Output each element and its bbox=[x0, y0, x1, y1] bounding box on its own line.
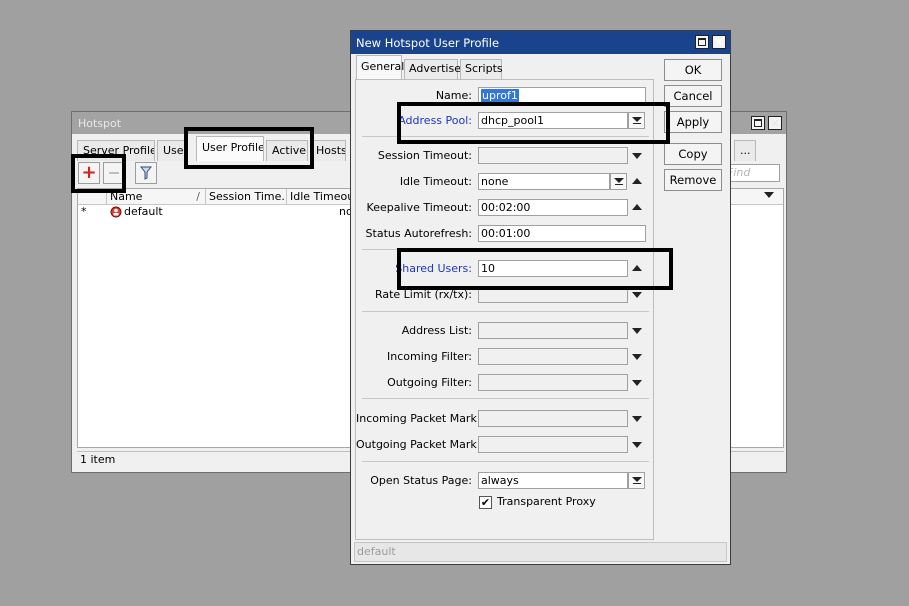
outgoing-filter-label: Outgoing Filter: bbox=[387, 376, 472, 389]
incoming-filter-input[interactable] bbox=[478, 348, 628, 365]
transparent-proxy-checkbox[interactable]: ✔ bbox=[479, 496, 492, 509]
open-status-page-dropdown-icon[interactable] bbox=[628, 472, 645, 489]
idle-timeout-input[interactable]: none bbox=[478, 173, 610, 190]
highlight-shared-users bbox=[397, 248, 673, 290]
highlight-address-pool bbox=[397, 102, 670, 144]
row-name: default bbox=[124, 205, 163, 218]
address-list-label: Address List: bbox=[401, 324, 472, 337]
dialog-status: default bbox=[354, 542, 727, 562]
address-list-dropdown-icon[interactable] bbox=[632, 328, 642, 334]
incoming-packet-mark-input[interactable] bbox=[478, 410, 628, 427]
outgoing-packet-mark-label: Outgoing Packet Mark: bbox=[356, 438, 481, 451]
incoming-packet-mark-label: Incoming Packet Mark: bbox=[356, 412, 481, 425]
column-header-idle-timeout[interactable]: Idle Timeout bbox=[287, 189, 352, 205]
incoming-filter-dropdown-icon[interactable] bbox=[632, 354, 642, 360]
maximize-icon[interactable] bbox=[751, 116, 765, 130]
tab-users[interactable]: Users bbox=[157, 140, 187, 161]
separator bbox=[362, 398, 649, 399]
status-autorefresh-input[interactable]: 00:01:00 bbox=[478, 225, 646, 242]
columns-dropdown-icon[interactable] bbox=[764, 192, 774, 198]
dialog-close-icon[interactable]: ✕ bbox=[712, 35, 726, 49]
dialog-titlebar[interactable]: New Hotspot User Profile ✕ bbox=[351, 31, 730, 54]
highlight-user-profiles-tab bbox=[184, 127, 314, 169]
tab-advertise[interactable]: Advertise bbox=[404, 59, 461, 79]
idle-timeout-label: Idle Timeout: bbox=[399, 175, 472, 188]
separator bbox=[362, 311, 649, 312]
session-timeout-dropdown-icon[interactable] bbox=[632, 153, 642, 159]
outgoing-filter-input[interactable] bbox=[478, 374, 628, 391]
open-status-page-label: Open Status Page: bbox=[370, 474, 472, 487]
keepalive-collapse-icon[interactable] bbox=[632, 204, 642, 210]
hotspot-title: Hotspot bbox=[78, 117, 122, 130]
sort-icon: / bbox=[196, 190, 200, 203]
status-autorefresh-label: Status Autorefresh: bbox=[365, 227, 472, 240]
idle-timeout-dropdown-icon[interactable] bbox=[610, 173, 627, 190]
remove-button[interactable]: Remove bbox=[664, 169, 722, 191]
ok-button[interactable]: OK bbox=[664, 59, 722, 81]
rate-limit-dropdown-icon[interactable] bbox=[632, 292, 642, 298]
tab-hosts[interactable]: Hosts bbox=[310, 140, 346, 161]
general-panel: Name: uprof1 Address Pool: dhcp_pool1 Se… bbox=[355, 79, 654, 540]
cancel-button[interactable]: Cancel bbox=[664, 85, 722, 107]
incoming-filter-label: Incoming Filter: bbox=[387, 350, 472, 363]
tab-more[interactable]: ... bbox=[734, 140, 756, 161]
filter-button[interactable] bbox=[135, 162, 157, 184]
tab-scripts[interactable]: Scripts bbox=[460, 59, 503, 79]
dialog-title: New Hotspot User Profile bbox=[356, 36, 500, 50]
dialog-maximize-icon[interactable] bbox=[695, 35, 709, 49]
row-marker: * bbox=[81, 205, 87, 218]
keepalive-timeout-label: Keepalive Timeout: bbox=[366, 201, 472, 214]
highlight-add-button bbox=[71, 154, 126, 193]
address-list-input[interactable] bbox=[478, 322, 628, 339]
outgoing-packet-mark-input[interactable] bbox=[478, 436, 628, 453]
apply-button[interactable]: Apply bbox=[664, 111, 722, 133]
session-timeout-label: Session Timeout: bbox=[377, 149, 472, 162]
incoming-packet-mark-dropdown-icon[interactable] bbox=[632, 416, 642, 422]
profile-icon bbox=[110, 206, 122, 221]
transparent-proxy-label: Transparent Proxy bbox=[497, 495, 596, 508]
outgoing-packet-mark-dropdown-icon[interactable] bbox=[632, 442, 642, 448]
separator bbox=[362, 461, 649, 462]
close-icon[interactable]: ✕ bbox=[768, 116, 782, 130]
open-status-page-select[interactable]: always bbox=[478, 472, 628, 489]
outgoing-filter-dropdown-icon[interactable] bbox=[632, 380, 642, 386]
find-input[interactable]: Find bbox=[724, 164, 780, 182]
filter-icon bbox=[140, 166, 152, 180]
tab-general[interactable]: General bbox=[356, 55, 404, 79]
column-header-session-time[interactable]: Session Time... bbox=[206, 189, 287, 205]
idle-timeout-collapse-icon[interactable] bbox=[632, 178, 642, 184]
keepalive-timeout-input[interactable]: 00:02:00 bbox=[478, 199, 628, 216]
session-timeout-input[interactable] bbox=[478, 147, 628, 164]
copy-button[interactable]: Copy bbox=[664, 143, 722, 165]
